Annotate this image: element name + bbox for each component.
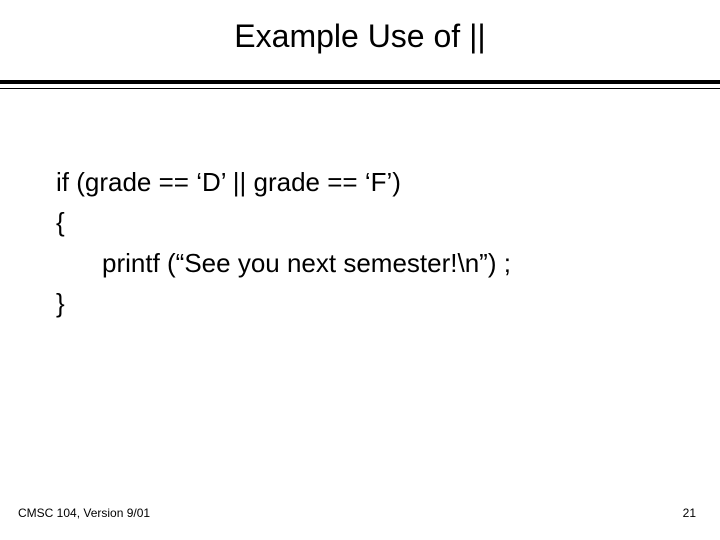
code-line-4: }: [56, 283, 680, 323]
code-line-3: printf (“See you next semester!\n”) ;: [56, 243, 680, 283]
divider-thin: [0, 88, 720, 89]
divider-thick: [0, 80, 720, 84]
code-block: if (grade == ‘D’ || grade == ‘F’) { prin…: [56, 162, 680, 323]
slide: Example Use of || if (grade == ‘D’ || gr…: [0, 0, 720, 540]
slide-title: Example Use of ||: [0, 18, 720, 55]
footer-page-number: 21: [683, 506, 696, 520]
code-line-1: if (grade == ‘D’ || grade == ‘F’): [56, 162, 680, 202]
footer-course: CMSC 104, Version 9/01: [18, 506, 150, 520]
code-line-2: {: [56, 202, 680, 242]
